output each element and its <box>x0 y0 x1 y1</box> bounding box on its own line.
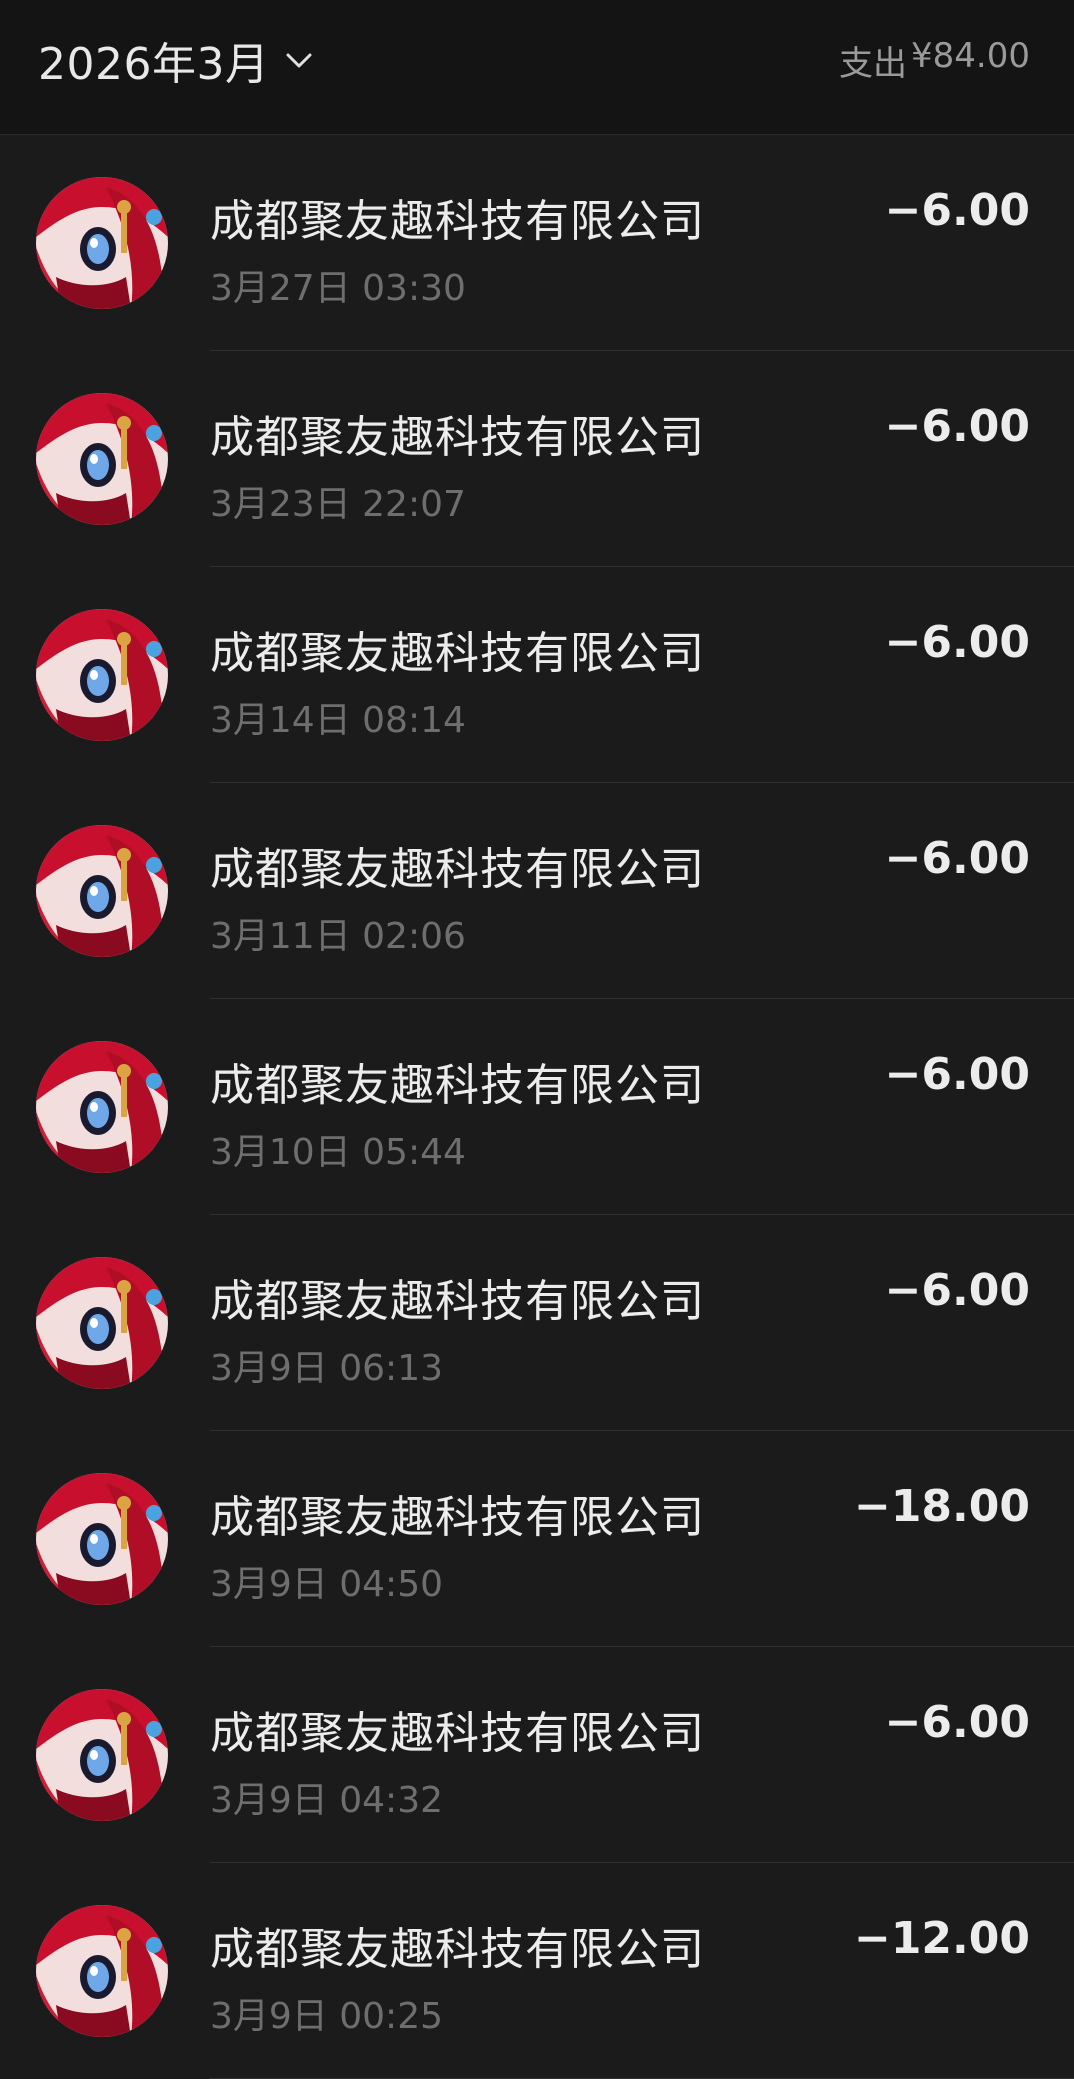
transaction-time: 3月23日 22:07 <box>210 484 466 525</box>
merchant-name: 成都聚友趣科技有限公司 <box>210 844 705 895</box>
transaction-row[interactable]: 成都聚友趣科技有限公司 3月9日 04:50 −18.00 <box>0 1431 1074 1647</box>
transaction-row[interactable]: 成都聚友趣科技有限公司 3月9日 04:32 −6.00 <box>0 1647 1074 1863</box>
expense-total: 支出 ¥84.00 <box>839 36 1030 85</box>
transaction-amount: −6.00 <box>884 1049 1030 1100</box>
merchant-avatar-image <box>36 1473 168 1605</box>
merchant-avatar-image <box>36 177 168 309</box>
merchant-name: 成都聚友趣科技有限公司 <box>210 412 705 463</box>
merchant-avatar-image <box>36 1257 168 1389</box>
transaction-row[interactable]: 成都聚友趣科技有限公司 3月9日 00:25 −12.00 <box>0 1863 1074 2079</box>
transaction-row[interactable]: 成都聚友趣科技有限公司 3月23日 22:07 −6.00 <box>0 351 1074 567</box>
transaction-amount: −6.00 <box>884 401 1030 452</box>
transaction-amount: −6.00 <box>884 833 1030 884</box>
transaction-time: 3月9日 04:32 <box>210 1780 443 1821</box>
transaction-time: 3月9日 04:50 <box>210 1564 443 1605</box>
transaction-row[interactable]: 成都聚友趣科技有限公司 3月14日 08:14 −6.00 <box>0 567 1074 783</box>
merchant-name: 成都聚友趣科技有限公司 <box>210 1276 705 1327</box>
header: 2026年3月 支出 ¥84.00 <box>0 0 1074 135</box>
merchant-name: 成都聚友趣科技有限公司 <box>210 1708 705 1759</box>
merchant-name: 成都聚友趣科技有限公司 <box>210 1060 705 1111</box>
merchant-avatar-image <box>36 1905 168 2037</box>
transaction-amount: −6.00 <box>884 617 1030 668</box>
chevron-down-icon <box>283 44 315 76</box>
transaction-amount: −18.00 <box>853 1481 1030 1532</box>
transaction-row[interactable]: 成都聚友趣科技有限公司 3月11日 02:06 −6.00 <box>0 783 1074 999</box>
transaction-time: 3月9日 00:25 <box>210 1996 443 2037</box>
merchant-name: 成都聚友趣科技有限公司 <box>210 628 705 679</box>
merchant-avatar-image <box>36 393 168 525</box>
merchant-avatar-image <box>36 825 168 957</box>
transaction-time: 3月11日 02:06 <box>210 916 466 957</box>
transaction-time: 3月27日 03:30 <box>210 268 466 309</box>
transaction-time: 3月10日 05:44 <box>210 1132 466 1173</box>
transaction-time: 3月14日 08:14 <box>210 700 466 741</box>
transaction-amount: −6.00 <box>884 185 1030 236</box>
merchant-name: 成都聚友趣科技有限公司 <box>210 1924 705 1975</box>
transaction-row[interactable]: 成都聚友趣科技有限公司 3月9日 06:13 −6.00 <box>0 1215 1074 1431</box>
merchant-avatar-image <box>36 1041 168 1173</box>
month-selector[interactable]: 2026年3月 <box>38 28 315 92</box>
merchant-name: 成都聚友趣科技有限公司 <box>210 1492 705 1543</box>
expense-label: 支出 <box>839 44 908 84</box>
transaction-amount: −6.00 <box>884 1265 1030 1316</box>
transaction-list: 成都聚友趣科技有限公司 3月27日 03:30 −6.00 成都聚友趣科技有限公… <box>0 135 1074 2079</box>
transaction-row[interactable]: 成都聚友趣科技有限公司 3月10日 05:44 −6.00 <box>0 999 1074 1215</box>
merchant-avatar-image <box>36 1689 168 1821</box>
transaction-row[interactable]: 成都聚友趣科技有限公司 3月27日 03:30 −6.00 <box>0 135 1074 351</box>
merchant-name: 成都聚友趣科技有限公司 <box>210 196 705 247</box>
transaction-time: 3月9日 06:13 <box>210 1348 443 1389</box>
expense-amount: ¥84.00 <box>911 36 1030 76</box>
transaction-amount: −6.00 <box>884 1697 1030 1748</box>
transaction-amount: −12.00 <box>853 1913 1030 1964</box>
month-label: 2026年3月 <box>38 39 270 90</box>
merchant-avatar-image <box>36 609 168 741</box>
